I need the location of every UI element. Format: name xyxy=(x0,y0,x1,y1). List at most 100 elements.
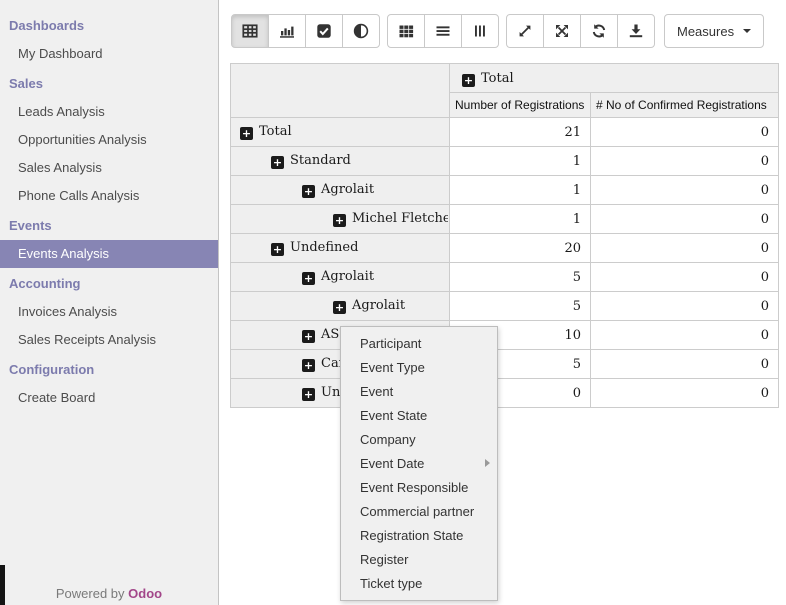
download-button[interactable] xyxy=(617,14,655,48)
menu-item-label: Event State xyxy=(360,408,427,423)
plus-square-icon: + xyxy=(271,243,284,256)
pivot-col-header-total[interactable]: + Total xyxy=(450,64,779,93)
corner-black-strip xyxy=(0,565,5,605)
plus-square-icon: + xyxy=(240,127,253,140)
menu-item-registration-state[interactable]: Registration State xyxy=(341,523,497,547)
rows-display-button[interactable] xyxy=(424,14,462,48)
pivot-row-label-text: Agrolait xyxy=(321,182,374,197)
menu-item-company[interactable]: Company xyxy=(341,428,497,452)
pivot-value-cell: 20 xyxy=(450,234,591,263)
pivot-row-label-michel-fletcher[interactable]: +Michel Fletcher xyxy=(231,205,450,234)
sidebar-item-sales-analysis[interactable]: Sales Analysis xyxy=(0,154,218,182)
menu-item-commercial-partner[interactable]: Commercial partner xyxy=(341,499,497,523)
pivot-row-label-total[interactable]: + Total xyxy=(231,118,450,147)
pivot-row-label-text: Agrolait xyxy=(321,269,374,284)
sidebar-item-my-dashboard[interactable]: My Dashboard xyxy=(0,40,218,68)
nav-section-sales: SalesLeads AnalysisOpportunities Analysi… xyxy=(0,70,218,210)
columns-display-button[interactable] xyxy=(461,14,499,48)
pivot-view-button[interactable] xyxy=(231,14,269,48)
menu-item-ticket-type[interactable]: Ticket type xyxy=(341,571,497,595)
pivot-value-cell: 1 xyxy=(450,147,591,176)
app-window: DashboardsMy DashboardSalesLeads Analysi… xyxy=(0,0,786,605)
nav-section-configuration: ConfigurationCreate Board xyxy=(0,356,218,412)
col-group-label: Total xyxy=(481,71,514,86)
sidebar-item-opportunities-analysis[interactable]: Opportunities Analysis xyxy=(0,126,218,154)
contrast-view-button[interactable] xyxy=(342,14,380,48)
toolbar-group-1 xyxy=(387,14,499,48)
pivot-row-label-agrolait[interactable]: + Agrolait xyxy=(231,176,450,205)
menu-item-register[interactable]: Register xyxy=(341,547,497,571)
pivot-row-label-text: Total xyxy=(259,124,292,139)
pivot-row-label-agrolait[interactable]: + Agrolait xyxy=(231,263,450,292)
menu-item-event-responsible[interactable]: Event Responsible xyxy=(341,475,497,499)
plus-square-icon: + xyxy=(333,214,346,227)
plus-square-icon: + xyxy=(302,388,315,401)
nav-section-accounting: AccountingInvoices AnalysisSales Receipt… xyxy=(0,270,218,354)
pivot-value-cell: 0 xyxy=(591,147,779,176)
fullscreen-button[interactable] xyxy=(543,14,581,48)
sidebar: DashboardsMy DashboardSalesLeads Analysi… xyxy=(0,0,219,605)
bar-chart-icon xyxy=(279,23,295,39)
menu-item-label: Registration State xyxy=(360,528,463,543)
sidebar-item-phone-calls-analysis[interactable]: Phone Calls Analysis xyxy=(0,182,218,210)
menu-item-participant[interactable]: Participant xyxy=(341,332,497,356)
caret-down-icon xyxy=(743,29,751,33)
menu-item-event-type[interactable]: Event Type xyxy=(341,356,497,380)
sidebar-item-sales-receipts-analysis[interactable]: Sales Receipts Analysis xyxy=(0,326,218,354)
table-icon xyxy=(242,23,258,39)
plus-square-icon: + xyxy=(462,74,475,87)
menu-item-event-date[interactable]: Event Date xyxy=(341,452,497,476)
plus-square-icon: + xyxy=(302,359,315,372)
pivot-row-label-undefined[interactable]: +Undefined xyxy=(231,234,450,263)
menu-item-event[interactable]: Event xyxy=(341,380,497,404)
pivot-row-label-standard[interactable]: +Standard xyxy=(231,147,450,176)
sidebar-item-events-analysis[interactable]: Events Analysis xyxy=(0,240,218,268)
odoo-logo[interactable]: Odoo xyxy=(128,586,162,601)
expand-icon xyxy=(517,23,533,39)
expand-button[interactable] xyxy=(506,14,544,48)
pivot-value-cell: 5 xyxy=(450,263,591,292)
pivot-value-cell: 0 xyxy=(591,350,779,379)
sidebar-item-leads-analysis[interactable]: Leads Analysis xyxy=(0,98,218,126)
toolbar-group-0 xyxy=(231,14,380,48)
pivot-value-cell: 5 xyxy=(450,292,591,321)
submenu-arrow-icon xyxy=(485,459,490,467)
menu-item-label: Event xyxy=(360,384,393,399)
nav-section-title: Sales xyxy=(0,70,218,98)
grid-display-button[interactable] xyxy=(387,14,425,48)
measure-header-confirmed[interactable]: # No of Confirmed Registrations xyxy=(591,93,779,118)
pivot-row-9-und: +Und00 xyxy=(231,379,779,408)
pivot-value-cell: 21 xyxy=(450,118,591,147)
pivot-row-0-total: + Total 210 xyxy=(231,118,779,147)
pivot-row-2-agrolait: +Agrolait10 xyxy=(231,176,779,205)
plus-square-icon: + xyxy=(302,330,315,343)
plus-square-icon: + xyxy=(302,272,315,285)
menu-item-event-state[interactable]: Event State xyxy=(341,404,497,428)
pivot-value-cell: 0 xyxy=(591,292,779,321)
arrows-alt-icon xyxy=(554,23,570,39)
bar-chart-view-button[interactable] xyxy=(268,14,306,48)
plus-square-icon: + xyxy=(302,185,315,198)
measure-header-registrations[interactable]: Number of Registrations xyxy=(450,93,591,118)
toolbar-button-groups xyxy=(231,14,655,48)
nav-section-events: EventsEvents Analysis xyxy=(0,212,218,268)
measures-button[interactable]: Measures xyxy=(664,14,764,48)
sidebar-item-invoices-analysis[interactable]: Invoices Analysis xyxy=(0,298,218,326)
menu-item-label: Register xyxy=(360,552,408,567)
pivot-row-6-agrolait: +Agrolait50 xyxy=(231,292,779,321)
adjust-icon xyxy=(353,23,369,39)
check-view-button[interactable] xyxy=(305,14,343,48)
pivot-row-label-agrolait[interactable]: +Agrolait xyxy=(231,292,450,321)
download-icon xyxy=(628,23,644,39)
toolbar: Measures xyxy=(231,14,786,48)
pivot-value-cell: 0 xyxy=(591,321,779,350)
menu-item-label: Ticket type xyxy=(360,576,422,591)
pivot-corner-cell xyxy=(231,64,450,118)
refresh-icon xyxy=(591,23,607,39)
powered-by-text: Powered by xyxy=(56,586,125,601)
refresh-button[interactable] xyxy=(580,14,618,48)
pivot-value-cell: 0 xyxy=(591,205,779,234)
pivot-table-body: +Total210+Standard10+Agrolait10+Michel F… xyxy=(231,118,779,408)
sidebar-item-create-board[interactable]: Create Board xyxy=(0,384,218,412)
pivot-value-cell: 0 xyxy=(591,118,779,147)
